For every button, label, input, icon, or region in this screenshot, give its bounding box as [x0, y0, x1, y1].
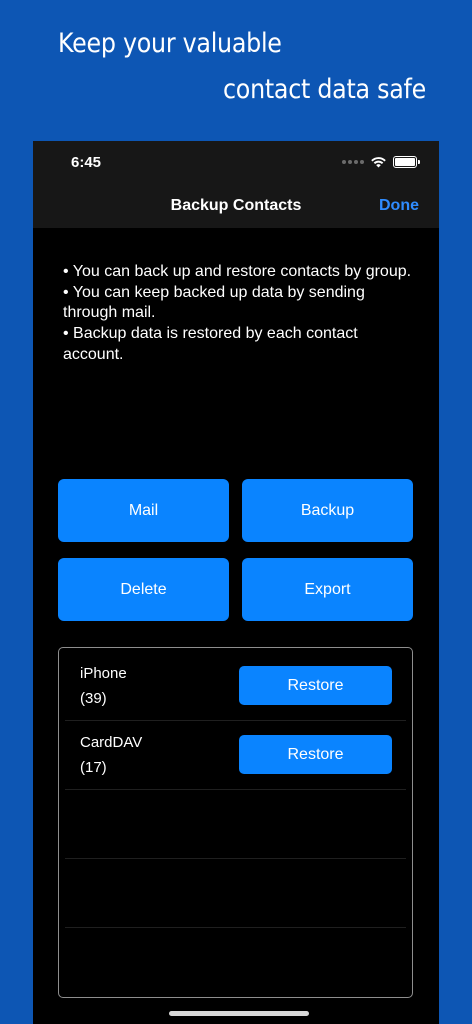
status-icons — [342, 156, 420, 168]
signal-dots-icon — [342, 160, 364, 164]
row-divider — [65, 858, 406, 859]
app-store-screenshot: Keep your valuable contact data safe 6:4… — [0, 0, 472, 1024]
promo-headline-line1: Keep your valuable — [58, 28, 282, 59]
info-text: • You can back up and restore contacts b… — [63, 262, 413, 366]
delete-button[interactable]: Delete — [58, 558, 229, 621]
row-divider — [65, 789, 406, 790]
battery-icon — [393, 156, 420, 168]
navigation-bar: 6:45 Backup Contacts Done — [33, 141, 439, 228]
list-item-carddav: CardDAV (17) Restore — [59, 717, 412, 786]
status-time: 6:45 — [71, 154, 102, 171]
account-name: iPhone — [80, 665, 127, 682]
mail-button[interactable]: Mail — [58, 479, 229, 542]
account-name: CardDAV — [80, 734, 143, 751]
restore-button-carddav[interactable]: Restore — [239, 735, 392, 774]
account-count: (17) — [80, 759, 107, 776]
list-item-iphone: iPhone (39) Restore — [59, 648, 412, 717]
info-line: • Backup data is restored by each contac… — [63, 325, 358, 363]
done-button[interactable]: Done — [379, 197, 419, 215]
backup-button[interactable]: Backup — [242, 479, 413, 542]
row-divider — [65, 927, 406, 928]
info-line: • You can keep backed up data by sending… — [63, 283, 365, 322]
info-line: • You can back up and restore contacts b… — [63, 263, 412, 280]
export-button[interactable]: Export — [242, 558, 413, 621]
promo-headline-line2: contact data safe — [223, 74, 426, 105]
restore-button-iphone[interactable]: Restore — [239, 666, 392, 705]
home-indicator[interactable] — [169, 1011, 309, 1016]
account-count: (39) — [80, 690, 107, 707]
account-list: iPhone (39) Restore CardDAV (17) Restore — [58, 647, 413, 998]
phone-screen: 6:45 Backup Contacts Done • You can back… — [33, 141, 439, 1024]
wifi-icon — [371, 157, 386, 168]
